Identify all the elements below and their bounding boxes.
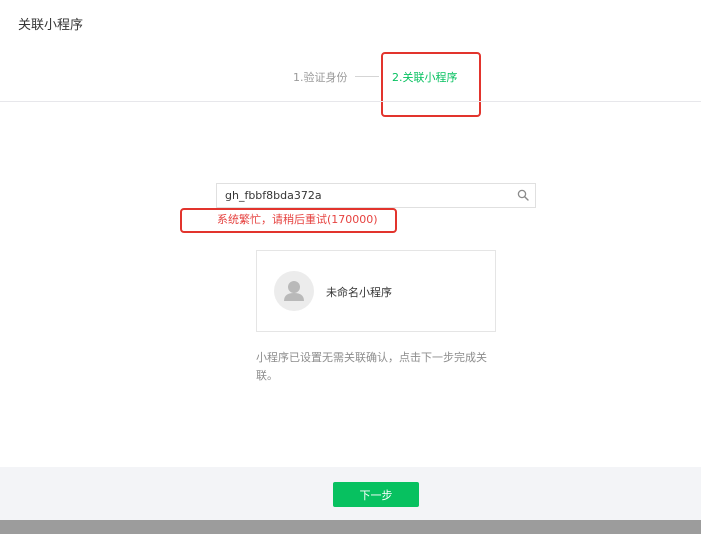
window-bottom-edge bbox=[0, 520, 701, 534]
header-divider bbox=[0, 101, 701, 102]
miniprogram-result-card[interactable]: 未命名小程序 bbox=[256, 250, 496, 332]
annotation-box-step bbox=[381, 52, 481, 117]
hint-text: 小程序已设置无需关联确认，点击下一步完成关联。 bbox=[256, 351, 487, 382]
search-input[interactable] bbox=[217, 184, 507, 207]
page-title: 关联小程序 bbox=[18, 18, 84, 33]
search-box[interactable] bbox=[216, 183, 536, 208]
default-avatar-icon bbox=[274, 271, 314, 311]
step-connector bbox=[355, 76, 379, 77]
step-verify-identity: 1.验证身份 bbox=[293, 71, 348, 84]
footer-bar: 下一步 bbox=[0, 467, 701, 520]
miniprogram-name: 未命名小程序 bbox=[326, 286, 392, 299]
search-icon[interactable] bbox=[517, 189, 529, 201]
annotation-box-error bbox=[180, 208, 397, 233]
next-step-button[interactable]: 下一步 bbox=[333, 482, 419, 507]
